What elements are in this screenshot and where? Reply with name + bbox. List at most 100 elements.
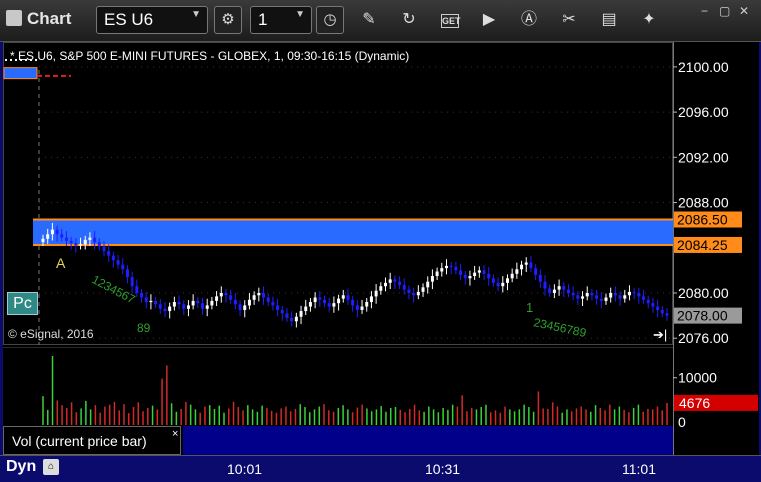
candle-body [501, 282, 505, 287]
volume-bar [104, 406, 106, 425]
volume-bar [513, 411, 516, 425]
candle-body [337, 298, 341, 304]
play-icon[interactable]: ▶ [478, 9, 500, 31]
candle-body [135, 286, 139, 293]
candle-body [412, 292, 416, 296]
candle-body [440, 268, 444, 272]
volume-bar [490, 412, 492, 425]
volume-bar [475, 409, 478, 425]
chat-icon[interactable]: ▤ [598, 9, 620, 31]
time-label-1: 10:01 [227, 461, 263, 477]
volume-bar [223, 412, 225, 425]
volume-bar [232, 401, 235, 425]
price-tick-label: 2088.00 [678, 195, 729, 211]
scroll-to-end-icon[interactable]: ➔| [653, 327, 667, 343]
candle-body [374, 290, 378, 297]
volume-bar [585, 409, 587, 425]
marker-a: A [56, 255, 66, 271]
candle-body [562, 286, 566, 290]
volume-bar [561, 412, 563, 425]
candle-body [290, 317, 294, 322]
volume-chart[interactable] [3, 347, 673, 425]
chevron-down-icon[interactable]: ▼ [191, 9, 201, 20]
pencil-icon[interactable]: ✎ [358, 9, 380, 31]
volume-bar [385, 411, 387, 425]
candle-body [618, 295, 622, 299]
refresh-icon[interactable]: ↻ [398, 9, 420, 31]
dynamic-mode-label[interactable]: Dyn [6, 458, 36, 476]
interval-clock-button[interactable]: ◷ [316, 6, 344, 34]
volume-bar [504, 406, 506, 425]
volume-bar [99, 412, 101, 425]
band-top-price-label: 2086.50 [677, 212, 728, 228]
candle-body [449, 265, 453, 267]
volume-bar [361, 404, 363, 425]
candle-body [566, 289, 570, 293]
close-icon[interactable]: ✕ [739, 4, 749, 18]
volume-bar [380, 406, 382, 425]
volume-bar [528, 407, 530, 425]
maximize-icon[interactable]: ▢ [719, 4, 730, 18]
volume-bar [208, 405, 211, 425]
price-chart[interactable]: A123456789123456789 [3, 42, 673, 345]
volume-bar [237, 407, 240, 425]
candle-body [111, 255, 115, 261]
volume-bar [375, 409, 378, 425]
candle-body [238, 304, 242, 310]
interval-input[interactable]: 1 ▼ [250, 6, 312, 34]
candle-body [144, 297, 148, 303]
chevron-down-icon[interactable]: ▼ [295, 9, 305, 20]
volume-bar [347, 409, 349, 425]
volume-bar [337, 407, 340, 425]
candle-body [41, 238, 45, 243]
volume-bar [356, 407, 359, 425]
volume-bar [594, 405, 597, 425]
volume-bar [613, 409, 616, 425]
candle-body [107, 251, 111, 256]
volume-bar [123, 404, 125, 425]
minimize-icon[interactable]: − [701, 4, 708, 18]
volume-tick-label: 0 [678, 414, 686, 430]
candle-body [656, 306, 660, 310]
candle-body [83, 239, 87, 245]
candle-body [262, 292, 266, 298]
count-annotation-2: 89 [137, 321, 151, 335]
prior-range-box [3, 67, 38, 80]
a-icon[interactable]: Ⓐ [518, 9, 540, 31]
time-label-3: 11:01 [622, 461, 656, 477]
close-icon[interactable]: × [172, 428, 178, 440]
candle-body [158, 304, 162, 309]
value-area-band [33, 219, 673, 245]
candle-body [271, 302, 275, 306]
app-title: Chart [27, 9, 72, 28]
candle-body [280, 309, 284, 314]
volume-bar [423, 411, 425, 425]
volume-bar [151, 405, 154, 425]
tools-icon[interactable]: ✂ [558, 9, 580, 31]
candle-body [116, 260, 120, 265]
volume-bar [609, 404, 611, 425]
get-icon[interactable]: GET [441, 14, 461, 28]
lock-icon[interactable]: ⌂ [43, 459, 59, 475]
candle-body [182, 304, 186, 309]
candle-body [355, 305, 359, 310]
volume-bar [275, 412, 278, 425]
candle-body [430, 276, 434, 282]
candle-body [402, 285, 406, 290]
candle-body [365, 302, 369, 307]
candle-body [50, 229, 54, 235]
candle-body [243, 305, 247, 310]
candle-body [60, 234, 64, 238]
volume-bar [280, 408, 282, 425]
twitter-icon[interactable]: ✦ [638, 9, 660, 31]
symbol-settings-button[interactable]: ⚙ [214, 6, 242, 34]
volume-bar [108, 404, 111, 425]
candle-body [557, 286, 561, 290]
candle-body [64, 237, 68, 241]
volume-bar [499, 412, 502, 425]
pc-badge[interactable]: Pc [7, 292, 38, 315]
symbol-input[interactable]: ES U6 ▼ [96, 6, 208, 34]
candle-body [585, 292, 589, 297]
volume-bar [61, 405, 63, 425]
candle-body [196, 300, 200, 304]
